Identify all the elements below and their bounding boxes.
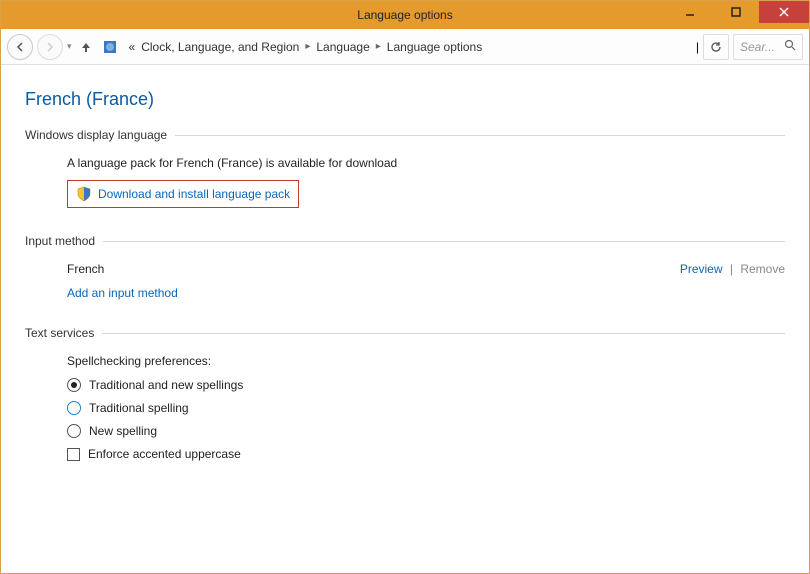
breadcrumb[interactable]: « Clock, Language, and Region ▸ Language… [124, 34, 692, 60]
window-title: Language options [357, 8, 452, 22]
divider [175, 135, 785, 136]
close-button[interactable] [759, 1, 809, 23]
window-controls [667, 1, 809, 29]
section-body-input: French Preview | Remove Add an input met… [25, 262, 785, 300]
content-area: French (France) Windows display language… [1, 65, 809, 461]
section-body-display: A language pack for French (France) is a… [25, 156, 785, 208]
separator: | [730, 262, 733, 276]
breadcrumb-prefix: « [129, 40, 136, 54]
shield-icon [76, 186, 92, 202]
radio-new[interactable]: New spelling [67, 424, 785, 438]
section-label: Windows display language [25, 128, 167, 142]
download-link-highlight: Download and install language pack [67, 180, 299, 208]
remove-link-disabled: Remove [740, 262, 785, 276]
minimize-button[interactable] [667, 1, 713, 23]
radio-label: New spelling [89, 424, 157, 438]
spellcheck-subhead: Spellchecking preferences: [67, 354, 785, 368]
section-label: Input method [25, 234, 95, 248]
section-label: Text services [25, 326, 94, 340]
radio-label: Traditional spelling [89, 401, 189, 415]
nav-bar: ▾ « Clock, Language, and Region ▸ Langua… [1, 29, 809, 65]
checkbox-label: Enforce accented uppercase [88, 447, 241, 461]
radio-icon [67, 424, 81, 438]
back-button[interactable] [7, 34, 33, 60]
breadcrumb-item[interactable]: Language options [387, 40, 482, 54]
refresh-button[interactable] [703, 34, 729, 60]
separator: | [696, 40, 699, 54]
chevron-right-icon: ▸ [376, 41, 381, 52]
radio-icon [67, 401, 81, 415]
section-header-text: Text services [25, 326, 785, 340]
page-title: French (France) [25, 89, 785, 110]
forward-button[interactable] [37, 34, 63, 60]
checkbox-icon [67, 448, 80, 461]
divider [102, 333, 785, 334]
radio-icon [67, 378, 81, 392]
add-input-method-link[interactable]: Add an input method [67, 286, 785, 300]
preview-link[interactable]: Preview [680, 262, 723, 276]
address-icon [100, 37, 120, 57]
section-body-text: Spellchecking preferences: Traditional a… [25, 354, 785, 461]
input-method-name: French [67, 262, 680, 276]
history-dropdown-icon[interactable]: ▾ [67, 41, 72, 52]
display-description: A language pack for French (France) is a… [67, 156, 785, 170]
section-header-display: Windows display language [25, 128, 785, 142]
search-placeholder: Sear... [740, 40, 775, 54]
radio-traditional[interactable]: Traditional spelling [67, 401, 785, 415]
input-method-actions: Preview | Remove [680, 262, 785, 276]
up-button[interactable] [76, 37, 96, 57]
search-input[interactable]: Sear... [733, 34, 803, 60]
chevron-right-icon: ▸ [305, 41, 310, 52]
maximize-button[interactable] [713, 1, 759, 23]
radio-traditional-and-new[interactable]: Traditional and new spellings [67, 378, 785, 392]
divider [103, 241, 785, 242]
download-install-link[interactable]: Download and install language pack [98, 187, 290, 201]
checkbox-accented-uppercase[interactable]: Enforce accented uppercase [67, 447, 785, 461]
radio-label: Traditional and new spellings [89, 378, 243, 392]
input-method-row: French Preview | Remove [67, 262, 785, 276]
breadcrumb-item[interactable]: Clock, Language, and Region [141, 40, 299, 54]
section-header-input: Input method [25, 234, 785, 248]
title-bar: Language options [1, 1, 809, 29]
breadcrumb-item[interactable]: Language [316, 40, 369, 54]
search-icon [784, 39, 796, 54]
